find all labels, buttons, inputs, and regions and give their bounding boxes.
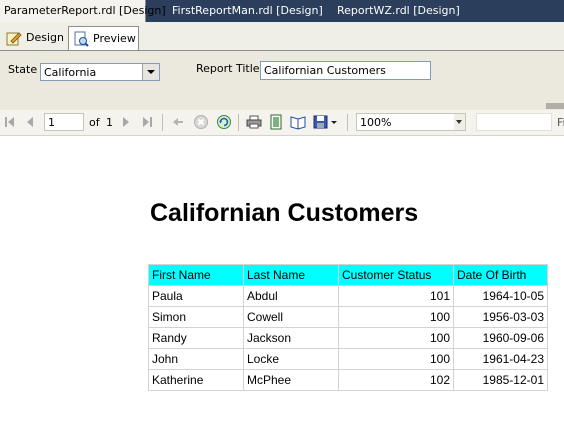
column-header-last-name: Last Name (243, 264, 339, 286)
state-select-value: California (44, 66, 97, 79)
tab-preview[interactable]: Preview (68, 26, 139, 50)
find-label[interactable]: Fi (557, 116, 564, 129)
column-header-customer-status: Customer Status (338, 264, 454, 286)
zoom-select[interactable]: 100% (356, 113, 466, 131)
last-name-cell: Jackson (243, 327, 339, 349)
last-name-cell: Locke (243, 348, 339, 370)
state-label: State (8, 63, 38, 76)
first-name-cell: Paula (148, 285, 244, 307)
first-name-cell: Katherine (148, 369, 244, 391)
customer-status-cell: 100 (338, 348, 454, 370)
preview-icon (73, 31, 89, 47)
tab-design[interactable]: Design (2, 27, 70, 49)
design-icon (6, 30, 22, 46)
report-toolbar: 1 of 1 100% Fi (0, 110, 564, 136)
date-of-birth-cell: 1964-10-05 (453, 285, 548, 307)
print-icon[interactable] (246, 114, 262, 130)
table-row: John Locke 100 1961-04-23 (148, 348, 548, 370)
next-page-icon[interactable] (118, 114, 134, 130)
zoom-value: 100% (360, 116, 392, 129)
view-tab-strip: Design Preview (0, 22, 564, 51)
document-tab-strip: ParameterReport.rdl [Design] FirstReport… (0, 0, 564, 22)
splitter-grip[interactable] (546, 103, 564, 109)
report-preview-area: Californian Customers First Name Last Na… (0, 136, 564, 425)
column-header-first-name: First Name (148, 264, 244, 286)
table-row: Simon Cowell 100 1956-03-03 (148, 306, 548, 328)
date-of-birth-cell: 1961-04-23 (453, 348, 548, 370)
chevron-down-icon[interactable] (142, 64, 159, 80)
previous-page-icon[interactable] (22, 114, 38, 130)
tab-design-label: Design (26, 31, 64, 44)
report-title: Californian Customers (150, 199, 419, 227)
first-name-cell: Randy (148, 327, 244, 349)
print-layout-icon[interactable] (268, 114, 284, 130)
last-name-cell: Abdul (243, 285, 339, 307)
first-page-icon[interactable] (2, 114, 18, 130)
toolbar-separator (347, 114, 348, 131)
toolbar-separator (162, 114, 163, 131)
customers-table: First Name Last Name Customer Status Dat… (148, 264, 548, 391)
table-row: Randy Jackson 100 1960-09-06 (148, 327, 548, 349)
table-row: Paula Abdul 101 1964-10-05 (148, 285, 548, 307)
tab-parameter-report[interactable]: ParameterReport.rdl [Design] (0, 0, 166, 22)
date-of-birth-cell: 1956-03-03 (453, 306, 548, 328)
find-text-input[interactable] (476, 113, 552, 131)
page-number-input[interactable]: 1 (44, 113, 84, 131)
customer-status-cell: 102 (338, 369, 454, 391)
page-setup-icon[interactable] (290, 114, 306, 130)
export-icon[interactable] (313, 114, 339, 130)
customer-status-cell: 101 (338, 285, 454, 307)
table-row: Katherine McPhee 102 1985-12-01 (148, 369, 548, 391)
tab-preview-label: Preview (93, 31, 136, 45)
tab-first-report-man[interactable]: FirstReportMan.rdl [Design] (168, 0, 327, 22)
customer-status-cell: 100 (338, 327, 454, 349)
column-header-date-of-birth: Date Of Birth (453, 264, 548, 286)
last-name-cell: Cowell (243, 306, 339, 328)
state-select[interactable]: California (40, 63, 160, 81)
tab-report-wz[interactable]: ReportWZ.rdl [Design] (333, 0, 464, 22)
report-title-input[interactable]: Californian Customers (260, 61, 431, 80)
parameter-bar: State California Report Title California… (0, 51, 564, 110)
total-pages: 1 (106, 116, 113, 129)
back-icon[interactable] (170, 114, 186, 130)
stop-icon[interactable] (193, 114, 209, 130)
date-of-birth-cell: 1960-09-06 (453, 327, 548, 349)
refresh-icon[interactable] (216, 114, 232, 130)
last-name-cell: McPhee (243, 369, 339, 391)
last-page-icon[interactable] (139, 114, 155, 130)
report-title-label: Report Title (196, 62, 260, 75)
first-name-cell: John (148, 348, 244, 370)
first-name-cell: Simon (148, 306, 244, 328)
date-of-birth-cell: 1985-12-01 (453, 369, 548, 391)
page-of-label: of (89, 116, 100, 129)
customer-status-cell: 100 (338, 306, 454, 328)
toolbar-separator (238, 114, 239, 131)
chevron-down-icon[interactable] (454, 114, 465, 130)
table-header-row: First Name Last Name Customer Status Dat… (148, 264, 548, 286)
